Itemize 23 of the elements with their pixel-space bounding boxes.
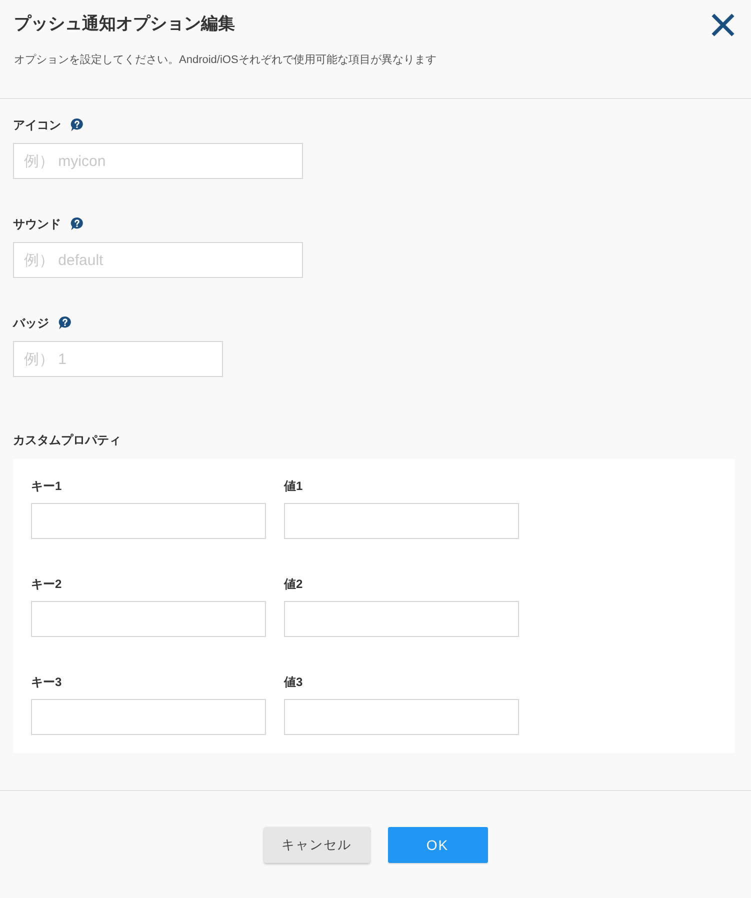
key-input-field[interactable] [31,503,266,539]
cancel-button[interactable]: キャンセル [264,827,370,863]
value-input-field[interactable] [284,601,519,637]
key-input-field[interactable] [31,601,266,637]
section-label: カスタムプロパティ [13,432,121,448]
key-label: キー1 [31,479,62,493]
field-label: アイコン [13,116,61,134]
dialog-title: プッシュ通知オプション編集 [14,13,235,35]
dialog-subtitle: オプションを設定してください。Android/iOSそれぞれで使用可能な項目が異なります [14,53,436,67]
value-label: 値3 [284,675,303,689]
value-label: 値2 [284,577,303,591]
value-label: 値1 [284,479,303,493]
field-label: サウンド [13,216,61,232]
help-icon[interactable] [70,217,84,231]
key-label: キー3 [31,675,62,689]
key-input-field[interactable] [31,699,266,735]
help-icon[interactable] [58,316,72,330]
field-label: バッジ [13,314,49,332]
key-label: キー2 [31,577,62,591]
help-icon[interactable] [70,118,84,132]
value-input-field[interactable] [284,503,519,539]
value-input-field[interactable] [284,699,519,735]
close-icon[interactable] [711,13,735,37]
